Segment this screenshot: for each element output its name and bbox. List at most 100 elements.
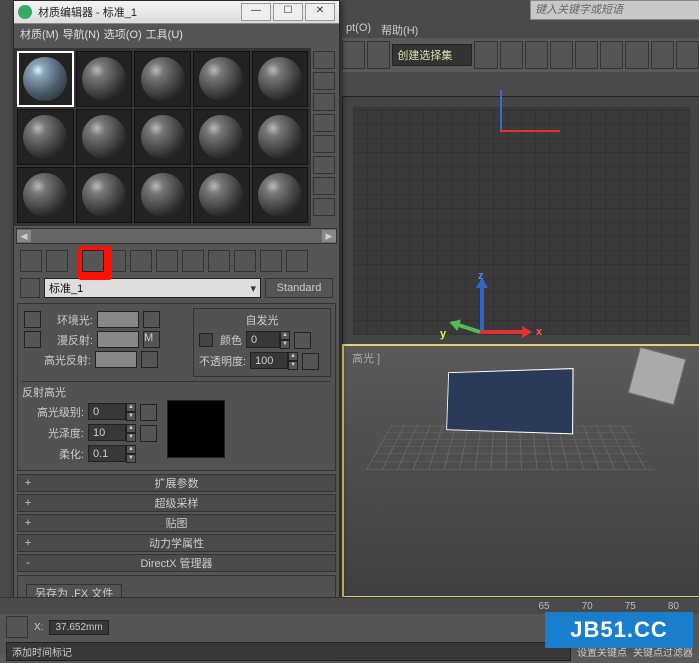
tick-label: 80 (668, 601, 679, 612)
sample-slot[interactable] (193, 167, 250, 223)
render-button[interactable] (676, 41, 699, 69)
lock-selection-icon[interactable] (6, 616, 28, 638)
menu-help[interactable]: 帮助(H) (377, 20, 422, 38)
specular-map-button[interactable] (141, 351, 158, 368)
rollup-extended-params[interactable]: +扩展参数 (17, 474, 336, 492)
sample-scrollbar[interactable]: ◀ ▶ (16, 228, 337, 244)
uv-tile-icon[interactable] (313, 114, 335, 132)
menu-tools[interactable]: 工具(U) (146, 26, 183, 46)
sample-slot[interactable] (252, 51, 309, 107)
menu-navigate[interactable]: 导航(N) (63, 26, 100, 46)
glossiness-map-button[interactable] (140, 425, 157, 442)
menu-material[interactable]: 材质(M) (20, 26, 59, 46)
spinner-icon[interactable]: ▲▼ (288, 352, 298, 370)
self-illum-value[interactable]: 0 (246, 331, 280, 348)
minimize-button[interactable]: — (241, 3, 271, 21)
keyword-search-input[interactable]: 键入关键字或短语 (530, 0, 699, 20)
watermark: JB51.CC (545, 612, 693, 648)
diffuse-color-swatch[interactable] (97, 331, 139, 348)
spinner-icon[interactable]: ▲▼ (126, 403, 136, 421)
curve-editor-button[interactable] (575, 41, 598, 69)
soften-value[interactable]: 0.1 (88, 445, 126, 462)
diffuse-map-button[interactable]: M (143, 331, 160, 348)
toolbar-button[interactable] (367, 41, 390, 69)
spinner-icon[interactable]: ▲▼ (280, 331, 290, 349)
material-id-channel-icon[interactable] (182, 250, 204, 272)
material-id-icon[interactable] (313, 198, 335, 216)
menu-fragment[interactable]: pt(O) (342, 20, 375, 38)
selection-set-dropdown[interactable]: 创建选择集 (392, 44, 472, 66)
time-tag-field[interactable]: 添加时间标记 (6, 642, 571, 661)
render-setup-button[interactable] (651, 41, 674, 69)
put-to-scene-icon[interactable] (46, 250, 68, 272)
ambient-map-button[interactable] (143, 311, 160, 328)
background-icon[interactable] (313, 93, 335, 111)
eyedropper-icon[interactable] (20, 278, 40, 298)
maximize-button[interactable]: ☐ (273, 3, 303, 21)
self-illum-color-checkbox[interactable] (199, 333, 213, 347)
sample-slot[interactable] (76, 109, 133, 165)
sample-slot[interactable] (134, 109, 191, 165)
lock-diffuse-specular-icon[interactable] (24, 331, 41, 348)
sample-slot-selected[interactable] (17, 51, 74, 107)
schematic-button[interactable] (600, 41, 623, 69)
x-coord-field[interactable]: 37.652mm (49, 620, 108, 635)
sample-slot[interactable] (252, 167, 309, 223)
dialog-titlebar[interactable]: 材质编辑器 - 标准_1 — ☐ ✕ (14, 1, 339, 24)
show-in-viewport-icon[interactable] (208, 250, 230, 272)
gizmo-z-axis-icon[interactable] (480, 280, 484, 330)
spinner-icon[interactable]: ▲▼ (126, 424, 136, 442)
top-viewport[interactable] (342, 96, 699, 346)
ambient-color-swatch[interactable] (97, 311, 139, 328)
sample-slot[interactable] (193, 109, 250, 165)
toolbar-button[interactable] (342, 41, 365, 69)
material-editor-button[interactable] (625, 41, 648, 69)
gizmo-x-axis-icon[interactable] (480, 330, 530, 334)
copy-icon[interactable] (130, 250, 152, 272)
assign-to-selection-button[interactable] (82, 250, 104, 272)
scroll-right-icon[interactable]: ▶ (322, 230, 336, 242)
material-name-input[interactable]: 标准_1 (44, 278, 261, 298)
sample-slot[interactable] (76, 167, 133, 223)
mirror-button[interactable] (500, 41, 523, 69)
align-button[interactable] (525, 41, 548, 69)
plane-object[interactable] (446, 368, 573, 434)
menu-options[interactable]: 选项(O) (104, 26, 142, 46)
rollup-maps[interactable]: +贴图 (17, 514, 336, 532)
preview-icon[interactable] (313, 156, 335, 174)
backlight-icon[interactable] (313, 72, 335, 90)
sample-slot[interactable] (17, 167, 74, 223)
sample-slot[interactable] (252, 109, 309, 165)
sample-slot[interactable] (17, 109, 74, 165)
layers-button[interactable] (550, 41, 573, 69)
opacity-value[interactable]: 100 (250, 352, 288, 369)
sample-slot[interactable] (134, 51, 191, 107)
specular-level-value[interactable]: 0 (88, 403, 126, 420)
show-end-result-icon[interactable] (234, 250, 256, 272)
go-forward-icon[interactable] (286, 250, 308, 272)
sample-slot[interactable] (76, 51, 133, 107)
self-illum-title: 自发光 (197, 312, 327, 328)
lock-ambient-diffuse-icon[interactable] (24, 311, 41, 328)
specular-level-map-button[interactable] (140, 404, 157, 421)
scroll-left-icon[interactable]: ◀ (17, 230, 31, 242)
sample-slot[interactable] (134, 167, 191, 223)
self-illum-map-button[interactable] (294, 332, 311, 349)
rollup-directx-manager[interactable]: -DirectX 管理器 (17, 554, 336, 572)
options-icon[interactable] (313, 177, 335, 195)
specular-color-swatch[interactable] (95, 351, 137, 368)
toolbar-button[interactable] (474, 41, 497, 69)
video-check-icon[interactable] (313, 135, 335, 153)
close-button[interactable]: ✕ (305, 3, 335, 21)
glossiness-value[interactable]: 10 (88, 424, 126, 441)
go-parent-icon[interactable] (260, 250, 282, 272)
sample-type-icon[interactable] (313, 51, 335, 69)
rollup-supersampling[interactable]: +超级采样 (17, 494, 336, 512)
opacity-map-button[interactable] (302, 353, 319, 370)
material-type-button[interactable]: Standard (265, 278, 333, 298)
get-material-icon[interactable] (20, 250, 42, 272)
spinner-icon[interactable]: ▲▼ (126, 445, 136, 463)
sample-slot[interactable] (193, 51, 250, 107)
put-to-library-icon[interactable] (156, 250, 178, 272)
rollup-dynamics[interactable]: +动力学属性 (17, 534, 336, 552)
